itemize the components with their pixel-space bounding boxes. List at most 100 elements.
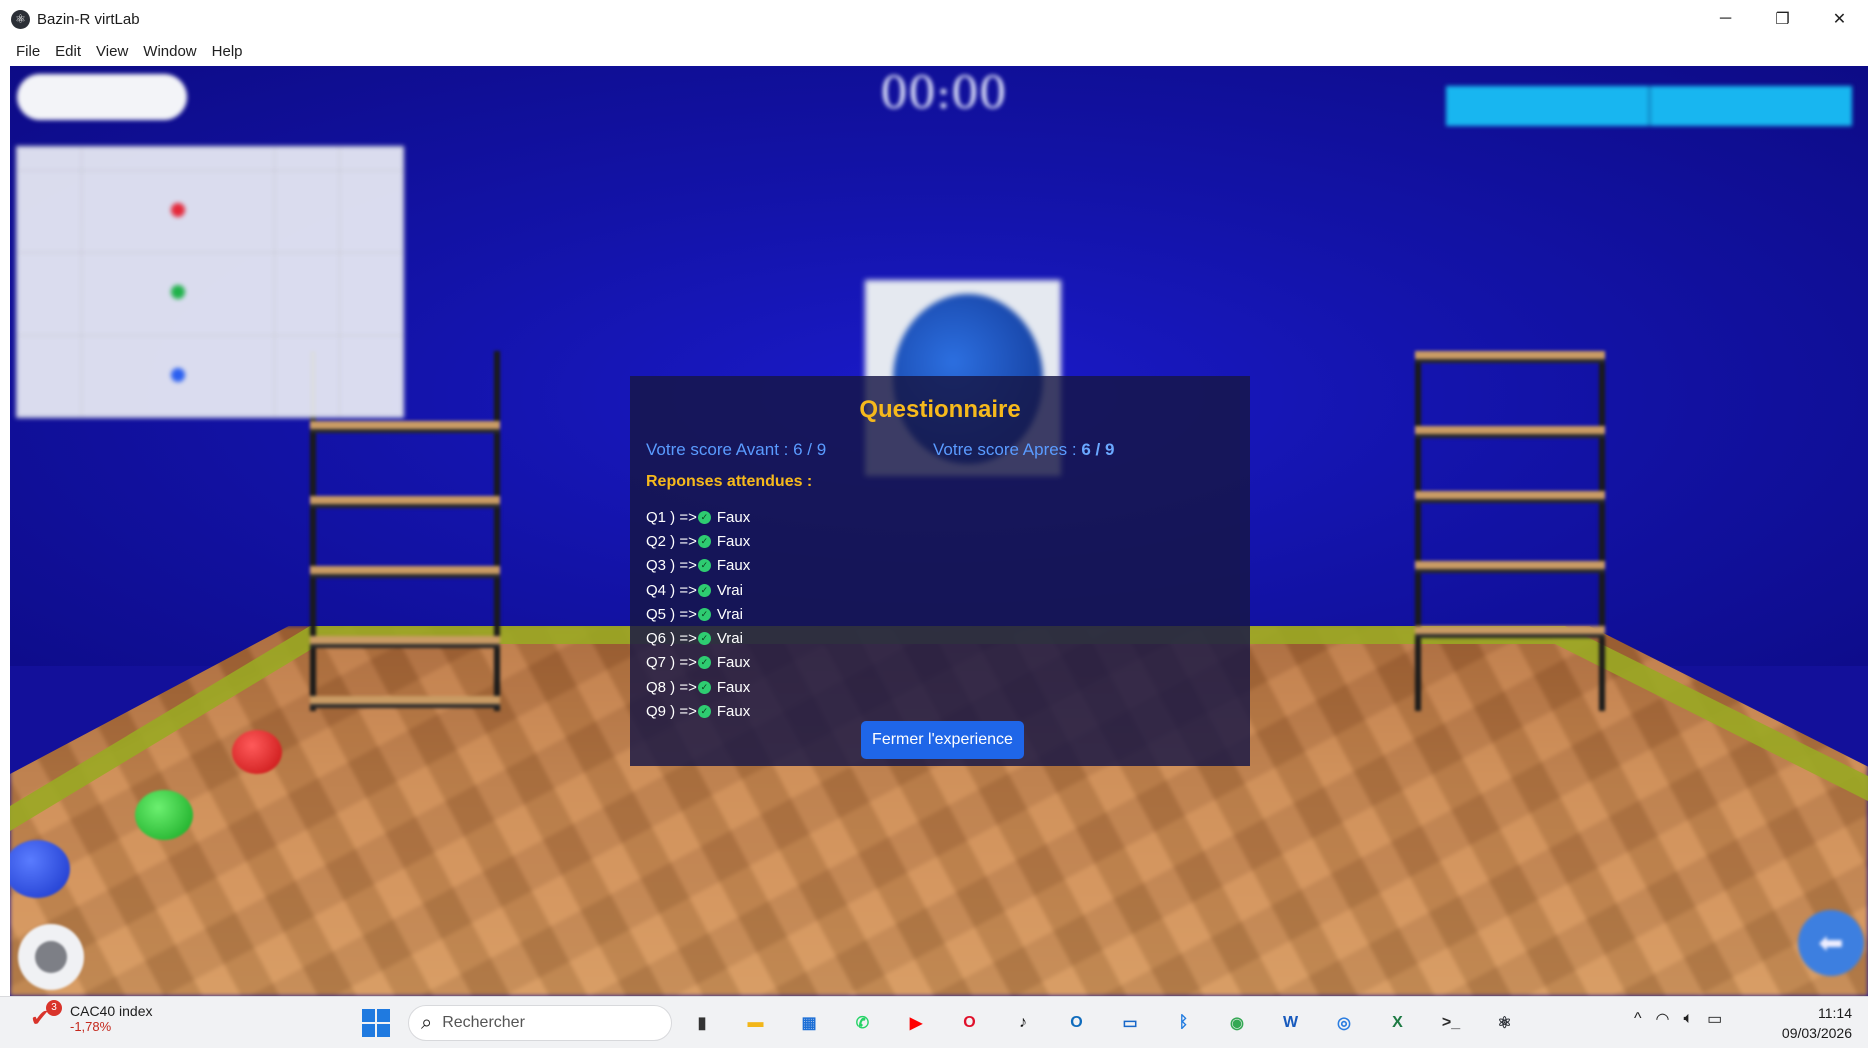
whatsapp-icon[interactable]: ✆ xyxy=(845,1005,881,1041)
stock-badge: 3 xyxy=(46,999,62,1016)
right-shelf xyxy=(1415,351,1605,711)
quick-assist-icon[interactable]: ◎ xyxy=(1326,1005,1362,1041)
question-label: Q6 ) => xyxy=(646,630,697,648)
answer-value: Faux xyxy=(716,508,751,526)
check-icon: ✓ xyxy=(697,705,711,719)
close-window-button[interactable]: ✕ xyxy=(1811,0,1868,38)
answer-row-q7: Q7 ) => ✓ Faux xyxy=(646,651,750,675)
answer-row-q9: Q9 ) => ✓ Faux xyxy=(646,699,750,723)
question-label: Q4 ) => xyxy=(646,581,697,599)
red-ball xyxy=(232,730,282,774)
system-tray: ^ ◠ 🔈︎ ▭ xyxy=(1634,1009,1736,1029)
joystick-button[interactable] xyxy=(18,924,84,990)
taskbar-search[interactable]: ⌕ Rechercher xyxy=(408,1005,672,1041)
questionnaire-dialog: Questionnaire Votre score Avant : 6 / 9 … xyxy=(630,376,1250,766)
ball-legend-table xyxy=(16,146,404,419)
timer-display: 00:00 xyxy=(880,68,1007,119)
bluetooth-icon[interactable]: ᛒ xyxy=(1166,1005,1202,1041)
chrome-icon[interactable]: ◉ xyxy=(1219,1005,1255,1041)
windows-start-icon[interactable] xyxy=(362,1009,390,1037)
answer-value: Faux xyxy=(716,703,751,721)
score-before: Votre score Avant : 6 / 9 xyxy=(646,440,826,460)
check-icon: ✓ xyxy=(697,559,711,573)
answer-row-q6: Q6 ) => ✓ Vrai xyxy=(646,626,750,650)
search-placeholder: Rechercher xyxy=(442,1014,525,1031)
task-view-icon[interactable]: ▮ xyxy=(684,1005,720,1041)
opera-icon[interactable]: O xyxy=(952,1005,988,1041)
window-title: Bazin-R virtLab xyxy=(37,10,140,28)
tiktok-icon[interactable]: ♪ xyxy=(1005,1005,1041,1041)
file-explorer-icon[interactable]: ▬ xyxy=(738,1005,774,1041)
close-experience-button[interactable]: Fermer l'experience xyxy=(861,721,1024,759)
check-icon: ✓ xyxy=(697,583,711,597)
check-icon: ✓ xyxy=(697,607,711,621)
answer-row-q5: Q5 ) => ✓ Vrai xyxy=(646,602,750,626)
menu-view[interactable]: View xyxy=(96,43,128,60)
youtube-icon[interactable]: ▶ xyxy=(898,1005,934,1041)
menu-file[interactable]: File xyxy=(16,43,40,60)
answer-row-q4: Q4 ) => ✓ Vrai xyxy=(646,578,750,602)
battery-icon[interactable]: ▭ xyxy=(1707,1009,1722,1029)
clock-date: 09/03/2026 xyxy=(1781,1025,1852,1041)
virtlab-icon[interactable]: ⚛ xyxy=(1487,1005,1523,1041)
end-simulation-button[interactable] xyxy=(17,74,187,120)
menu-edit[interactable]: Edit xyxy=(55,43,81,60)
app-logo-icon: ⚛ xyxy=(11,9,30,29)
answer-row-q8: Q8 ) => ✓ Faux xyxy=(646,675,750,699)
answer-value: Faux xyxy=(716,654,751,672)
answer-value: Vrai xyxy=(716,581,743,599)
check-icon: ✓ xyxy=(697,656,711,670)
question-label: Q5 ) => xyxy=(646,605,697,623)
tray-chevron-icon[interactable]: ^ xyxy=(1634,1010,1642,1028)
answer-value: Vrai xyxy=(716,605,743,623)
clock-time: 11:14 xyxy=(1818,1005,1852,1021)
answer-row-q1: Q1 ) => ✓ Faux xyxy=(646,505,750,529)
menu-bar: File Edit View Window Help xyxy=(0,36,1868,66)
minimize-button[interactable]: ─ xyxy=(1697,0,1754,38)
question-label: Q9 ) => xyxy=(646,703,697,721)
clock[interactable]: 11:14 09/03/2026 xyxy=(1782,1003,1852,1043)
answer-value: Faux xyxy=(716,532,751,550)
stock-widget[interactable]: ✔ 3 CAC40 index -1,78% xyxy=(30,999,153,1034)
taskbar: ✔ 3 CAC40 index -1,78% ⌕ Rechercher ▮ ▬ ▦ ✆ ▶… xyxy=(0,996,1868,1048)
restart-button[interactable] xyxy=(1647,86,1852,126)
back-arrow-icon[interactable]: ⬅ xyxy=(1798,910,1864,976)
word-icon[interactable]: W xyxy=(1273,1005,1309,1041)
legend-dot-red xyxy=(170,203,185,218)
answer-value: Faux xyxy=(716,678,751,696)
answer-row-q2: Q2 ) => ✓ Faux xyxy=(646,529,750,553)
score-after: Votre score Apres : 6 / 9 xyxy=(933,440,1114,460)
stock-chart-icon: ✔ 3 xyxy=(30,999,62,1034)
menu-window[interactable]: Window xyxy=(143,43,196,60)
question-label: Q2 ) => xyxy=(646,532,697,550)
store-icon[interactable]: ▦ xyxy=(791,1005,827,1041)
lab-scene: 00:00 ⬅ Questionnaire Votre score Avant … xyxy=(10,66,1868,996)
excel-icon[interactable]: X xyxy=(1380,1005,1416,1041)
remote-desktop-icon[interactable]: ▭ xyxy=(1112,1005,1148,1041)
question-label: Q3 ) => xyxy=(646,557,697,575)
terminal-icon[interactable]: >_ xyxy=(1433,1005,1469,1041)
play-button[interactable] xyxy=(1446,86,1648,126)
question-label: Q7 ) => xyxy=(646,654,697,672)
check-icon: ✓ xyxy=(697,510,711,524)
question-label: Q1 ) => xyxy=(646,508,697,526)
stock-name: CAC40 index xyxy=(70,1003,153,1019)
stock-change: -1,78% xyxy=(70,1019,112,1034)
restore-button[interactable]: ❐ xyxy=(1754,0,1811,38)
answer-value: Vrai xyxy=(716,630,743,648)
legend-dot-green xyxy=(170,285,185,300)
answer-value: Faux xyxy=(716,557,751,575)
score-after-label: Votre score Apres : xyxy=(933,440,1077,459)
answer-row-q3: Q3 ) => ✓ Faux xyxy=(646,554,750,578)
check-icon: ✓ xyxy=(697,534,711,548)
score-before-value: 6 / 9 xyxy=(793,440,827,459)
window-controls: ─ ❐ ✕ xyxy=(1697,0,1868,38)
volume-icon[interactable]: 🔈︎ xyxy=(1683,1010,1693,1028)
menu-help[interactable]: Help xyxy=(212,43,243,60)
taskbar-apps: ▮ ▬ ▦ ✆ ▶ O ♪ O ▭ ᛒ ◉ W ◎ X >_ ⚛ xyxy=(684,1005,1540,1041)
legend-dot-blue xyxy=(170,367,185,382)
check-icon: ✓ xyxy=(697,632,711,646)
wifi-icon[interactable]: ◠ xyxy=(1656,1009,1670,1029)
check-icon: ✓ xyxy=(697,680,711,694)
outlook-icon[interactable]: O xyxy=(1059,1005,1095,1041)
